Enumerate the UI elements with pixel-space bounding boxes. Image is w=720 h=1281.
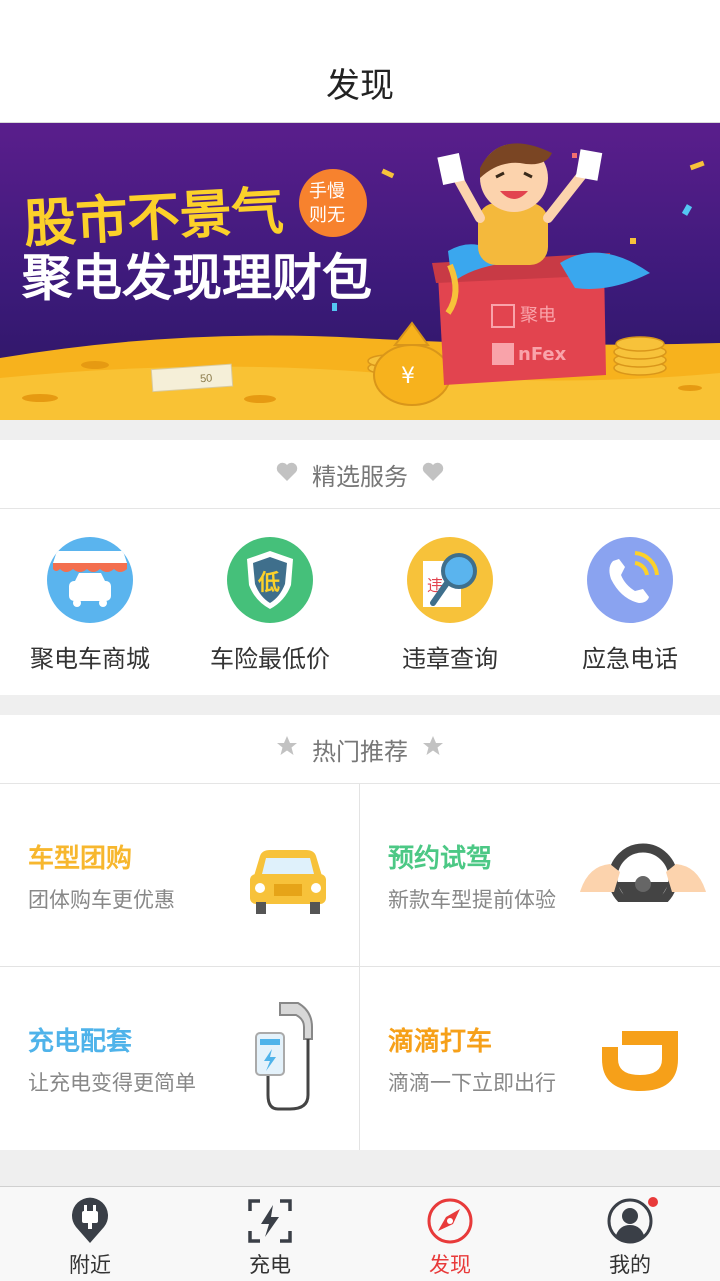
notification-dot [648,1197,658,1207]
steering-wheel-icon [578,842,708,913]
didi-logo-icon [600,1029,680,1097]
service-label: 车险最低价 [210,645,330,673]
top-header: 发现 [0,0,720,123]
hot-section-header: 热门推荐 [0,715,720,784]
violation-search-icon: 违 [407,537,493,623]
plug-pin-icon [66,1197,114,1245]
star-icon [276,735,298,763]
star-icon [422,735,444,763]
hot-item-title: 滴滴打车 [388,1027,493,1057]
hot-item-title: 预约试驾 [388,844,493,874]
box-brand-1: 聚电 [520,305,556,326]
page-title: 发现 [326,66,394,106]
bottom-tab-bar: 附近 充电 发现 我的 [0,1186,720,1281]
hot-section-title: 热门推荐 [312,737,408,766]
compass-icon [426,1197,474,1245]
banner-artwork: 50 ¥ 聚电 nFex 股市不景气 聚电发现理财包 手慢 则无 [0,143,720,420]
hot-item-title: 车型团购 [28,844,133,874]
featured-section-title: 精选服务 [312,462,408,491]
lightning-frame-icon [246,1197,294,1245]
tab-label: 我的 [609,1253,651,1277]
tab-nearby[interactable]: 附近 [0,1187,180,1281]
tab-discover[interactable]: 发现 [360,1187,540,1281]
insurance-shield-icon: 低 [227,537,313,623]
charger-icon [250,1001,320,1117]
hot-recommendations: 车型团购 团体购车更优惠 预约试驾 新款车型提前体验 充电配套 让充电变得更简单… [0,784,720,1150]
tab-label: 发现 [429,1253,471,1277]
hot-item-didi[interactable]: 滴滴打车 滴滴一下立即出行 [360,967,719,1149]
heart-icon [422,460,444,488]
hot-item-charging[interactable]: 充电配套 让充电变得更简单 [0,967,359,1149]
hot-item-subtitle: 团体购车更优惠 [28,888,175,912]
badge-line-2: 则无 [309,205,345,226]
tab-label: 充电 [249,1253,291,1277]
tab-label: 附近 [69,1253,111,1277]
featured-services: 聚电车商城 低 车险最低价 违 违章查询 应急电话 [0,509,720,695]
heart-icon [276,460,298,488]
bill-value: 50 [200,372,213,385]
tab-charging[interactable]: 充电 [180,1187,360,1281]
hot-item-title: 充电配套 [28,1027,133,1057]
service-label: 聚电车商城 [30,645,150,673]
tab-mine[interactable]: 我的 [540,1187,720,1281]
service-emergency-call[interactable]: 应急电话 [540,509,720,695]
yellow-car-icon [246,846,330,920]
hot-item-subtitle: 新款车型提前体验 [388,888,556,912]
service-label: 违章查询 [402,645,498,673]
service-car-shop[interactable]: 聚电车商城 [0,509,180,695]
hot-item-subtitle: 让充电变得更简单 [28,1071,196,1095]
featured-section-header: 精选服务 [0,440,720,509]
promo-banner[interactable]: 50 ¥ 聚电 nFex 股市不景气 聚电发现理财包 手慢 则无 [0,123,720,420]
hot-item-subtitle: 滴滴一下立即出行 [388,1071,556,1095]
hot-item-group-buy[interactable]: 车型团购 团体购车更优惠 [0,784,359,966]
badge-line-1: 手慢 [309,181,345,202]
service-label: 应急电话 [582,645,678,673]
banner-headline-2: 聚电发现理财包 [21,249,372,307]
phone-icon [587,537,673,623]
svg-text:¥: ¥ [401,364,415,389]
profile-icon [606,1197,654,1245]
service-insurance[interactable]: 低 车险最低价 [180,509,360,695]
hot-item-test-drive[interactable]: 预约试驾 新款车型提前体验 [360,784,719,966]
insurance-icon-text: 低 [257,571,280,596]
car-shop-icon [47,537,133,623]
service-violation-check[interactable]: 违 违章查询 [360,509,540,695]
banner-headline-1: 股市不景气 [22,182,285,256]
box-brand-2: nFex [518,344,567,365]
